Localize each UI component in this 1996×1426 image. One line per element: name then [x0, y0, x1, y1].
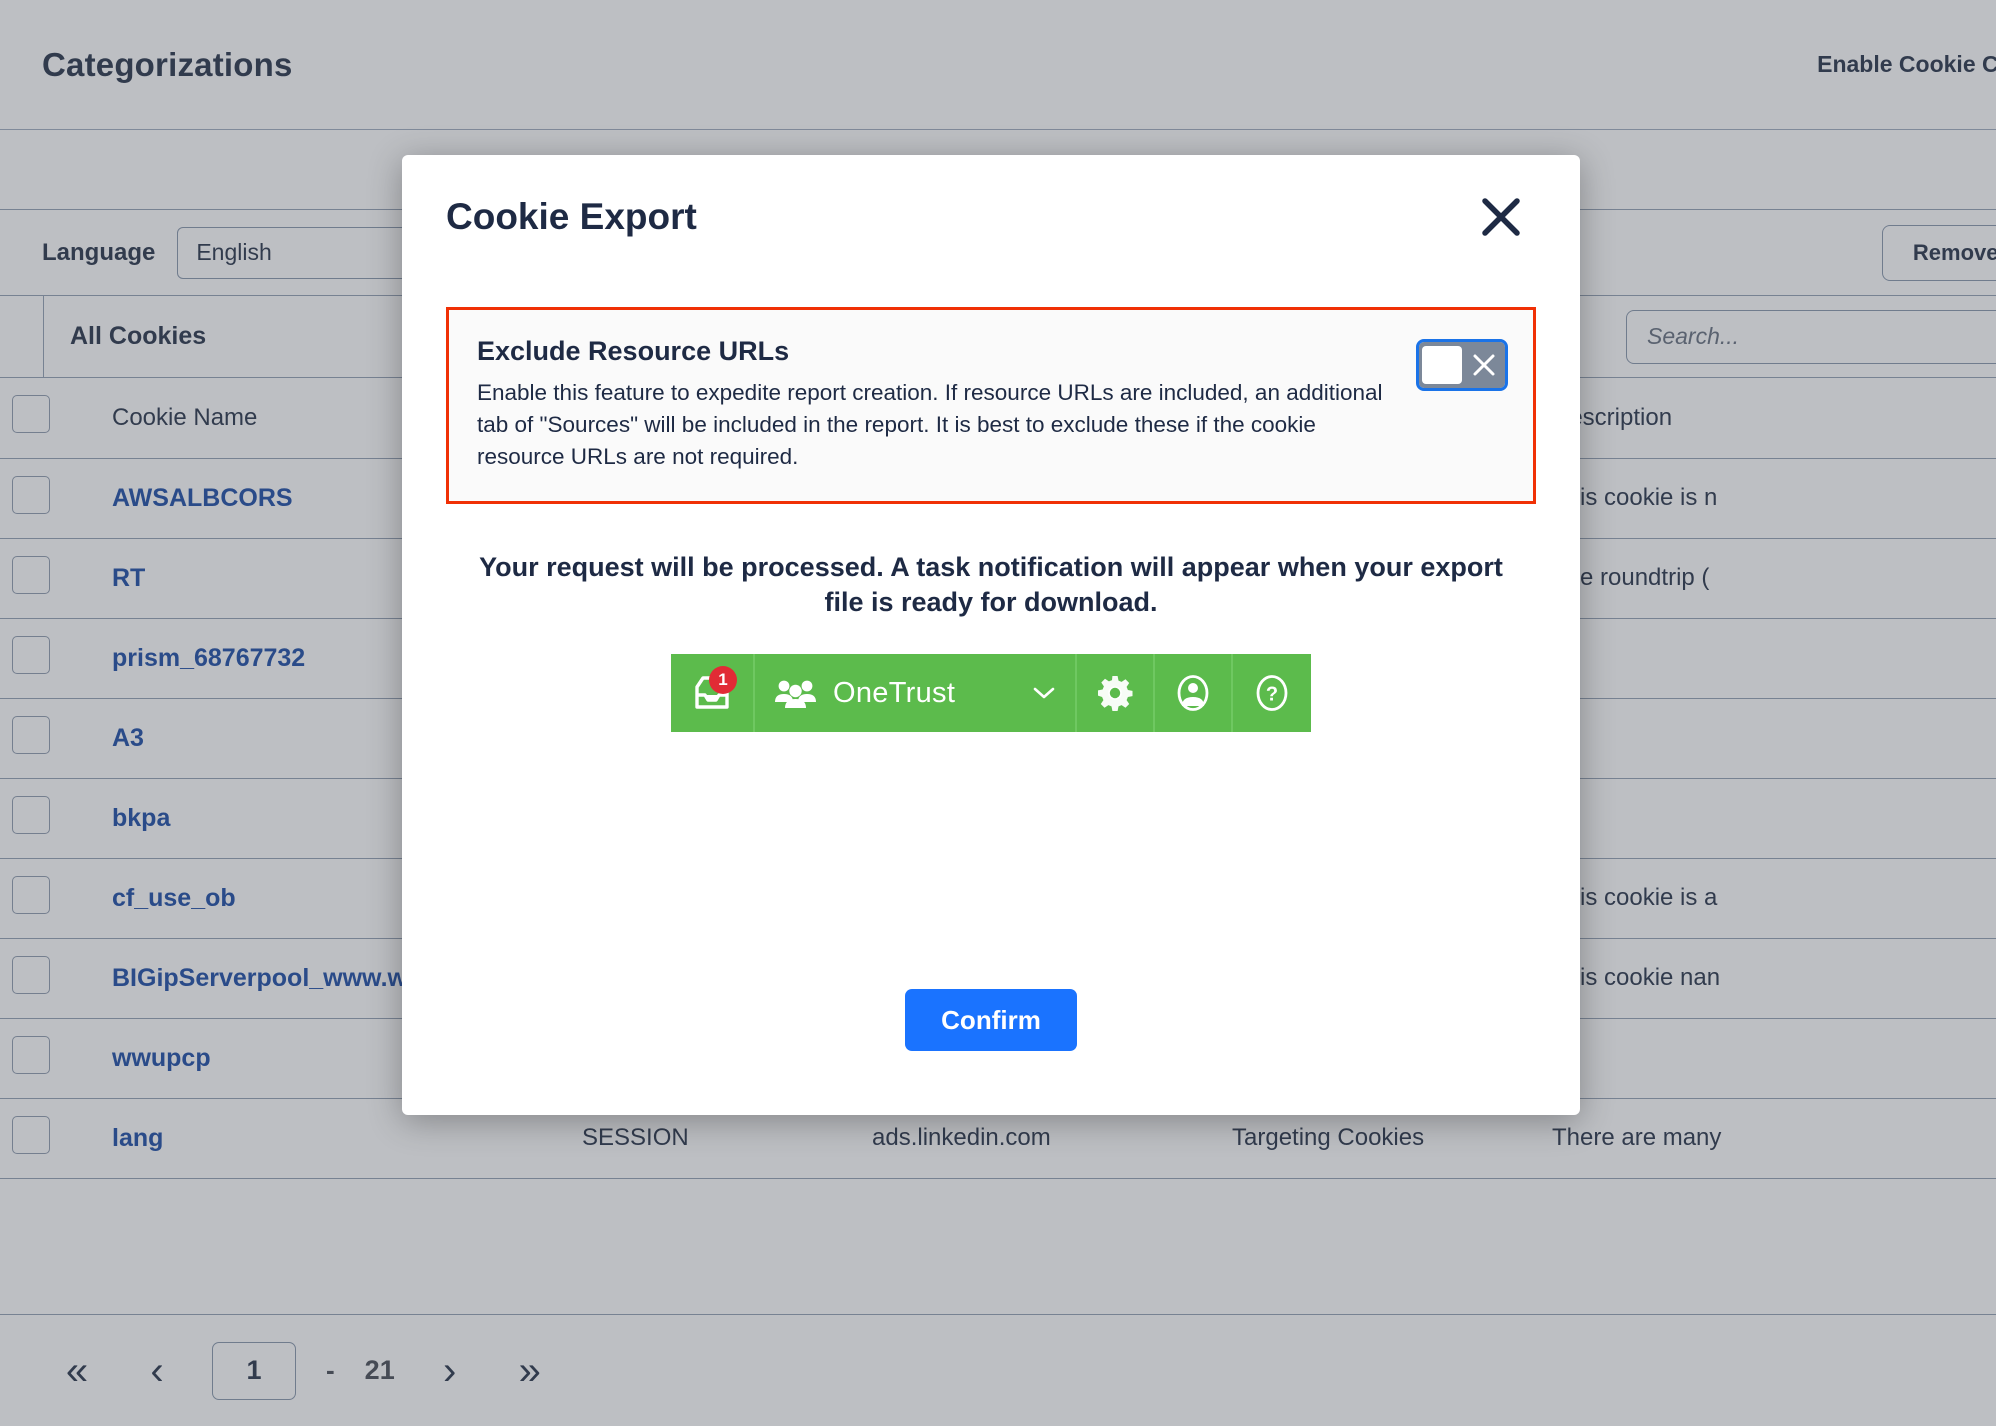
gear-icon[interactable] — [1077, 654, 1155, 732]
feature-description: Enable this feature to expedite report c… — [477, 380, 1383, 469]
chevron-down-icon[interactable] — [1031, 684, 1057, 702]
toggle-off-x-icon — [1462, 352, 1505, 378]
onetrust-banner-wrap: 1 OneTrust ? — [446, 654, 1536, 732]
onetrust-banner: 1 OneTrust ? — [671, 654, 1311, 732]
user-account-icon[interactable] — [1155, 654, 1233, 732]
onetrust-brand-label: OneTrust — [833, 676, 956, 709]
exclude-resource-urls-section: Exclude Resource URLs Enable this featur… — [446, 307, 1536, 504]
inbox-icon[interactable]: 1 — [671, 654, 755, 732]
dialog-header: Cookie Export — [402, 155, 1580, 279]
dialog-body: Exclude Resource URLs Enable this featur… — [402, 279, 1580, 925]
exclude-resource-urls-toggle[interactable] — [1416, 339, 1508, 391]
onetrust-brand[interactable]: OneTrust — [755, 654, 1077, 732]
svg-text:?: ? — [1266, 684, 1278, 706]
feature-text-block: Exclude Resource URLs Enable this featur… — [477, 336, 1399, 473]
toggle-knob — [1422, 346, 1462, 384]
dialog-title: Cookie Export — [446, 196, 697, 237]
confirm-button[interactable]: Confirm — [905, 989, 1077, 1051]
people-icon — [775, 680, 816, 708]
help-icon[interactable]: ? — [1233, 654, 1311, 732]
processing-notice: Your request will be processed. A task n… — [479, 551, 1503, 617]
inbox-badge-count: 1 — [709, 666, 737, 694]
cookie-export-dialog: Cookie Export Exclude Resource URLs Enab… — [402, 155, 1580, 1115]
dialog-footer: Confirm — [402, 925, 1580, 1115]
close-icon[interactable] — [1472, 188, 1530, 246]
feature-title: Exclude Resource URLs — [477, 336, 790, 366]
